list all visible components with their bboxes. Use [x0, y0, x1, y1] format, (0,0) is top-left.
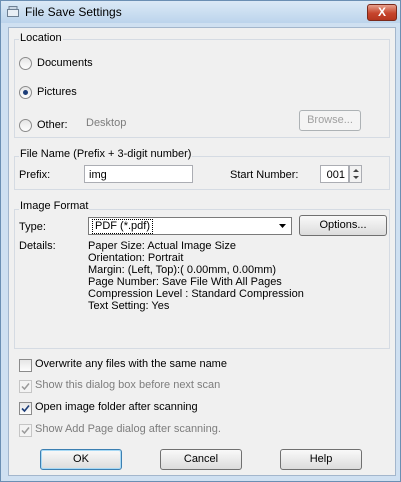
overwrite-checkbox[interactable]: [19, 359, 32, 372]
open-folder-label[interactable]: Open image folder after scanning: [35, 401, 198, 413]
type-selected-value: PDF (*.pdf): [92, 219, 154, 234]
file-save-settings-window: File Save Settings X Location Documents …: [0, 0, 401, 482]
cancel-button[interactable]: Cancel: [160, 449, 242, 470]
documents-label[interactable]: Documents: [37, 57, 93, 69]
details-text-setting: Text Setting: Yes: [88, 300, 170, 312]
radio-other[interactable]: [19, 119, 32, 132]
overwrite-label[interactable]: Overwrite any files with the same name: [35, 358, 227, 370]
checkmark-icon: [21, 383, 30, 391]
other-path: Desktop: [86, 117, 127, 129]
location-section-label: Location: [19, 32, 63, 44]
show-dialog-checkbox[interactable]: [19, 380, 32, 393]
details-orientation: Orientation: Portrait: [88, 252, 184, 264]
dialog-body: Location Documents Pictures Other: Deskt…: [8, 27, 396, 476]
options-button[interactable]: Options...: [299, 215, 387, 236]
pictures-label[interactable]: Pictures: [37, 86, 77, 98]
stepper-up-icon[interactable]: [353, 169, 359, 172]
show-dialog-label[interactable]: Show this dialog box before next scan: [35, 379, 220, 391]
image-format-section-label: Image Format: [19, 200, 90, 212]
browse-button[interactable]: Browse...: [299, 110, 361, 131]
details-page-number: Page Number: Save File With All Pages: [88, 276, 282, 288]
chevron-down-icon[interactable]: [274, 218, 291, 234]
other-label[interactable]: Other:: [37, 119, 68, 131]
radio-selected-dot: [23, 90, 28, 95]
start-number-input[interactable]: 001: [320, 165, 349, 183]
ok-button[interactable]: OK: [40, 449, 122, 470]
type-label: Type:: [19, 221, 46, 233]
help-button[interactable]: Help: [280, 449, 362, 470]
close-button[interactable]: X: [367, 4, 397, 21]
file-name-section-label: File Name (Prefix + 3-digit number): [19, 148, 193, 160]
start-number-label: Start Number:: [230, 169, 299, 181]
stepper-down-icon[interactable]: [353, 176, 359, 179]
details-compression: Compression Level : Standard Compression: [88, 288, 304, 300]
prefix-label: Prefix:: [19, 169, 51, 181]
checkmark-icon: [21, 427, 30, 435]
details-margin: Margin: (Left, Top):( 0.00mm, 0.00mm): [88, 264, 277, 276]
details-paper-size: Paper Size: Actual Image Size: [88, 240, 236, 252]
title-bar[interactable]: File Save Settings X: [1, 1, 400, 23]
details-label: Details:: [19, 240, 56, 252]
scanner-icon: [7, 6, 19, 17]
show-add-page-checkbox[interactable]: [19, 424, 32, 437]
open-folder-checkbox[interactable]: [19, 402, 32, 415]
radio-pictures[interactable]: [19, 86, 32, 99]
type-select[interactable]: PDF (*.pdf): [88, 217, 292, 235]
window-title: File Save Settings: [25, 5, 122, 19]
prefix-input[interactable]: img: [84, 165, 193, 183]
start-number-stepper[interactable]: [349, 165, 362, 183]
checkmark-icon: [21, 404, 30, 413]
radio-documents[interactable]: [19, 57, 32, 70]
show-add-page-label[interactable]: Show Add Page dialog after scanning.: [35, 423, 221, 435]
